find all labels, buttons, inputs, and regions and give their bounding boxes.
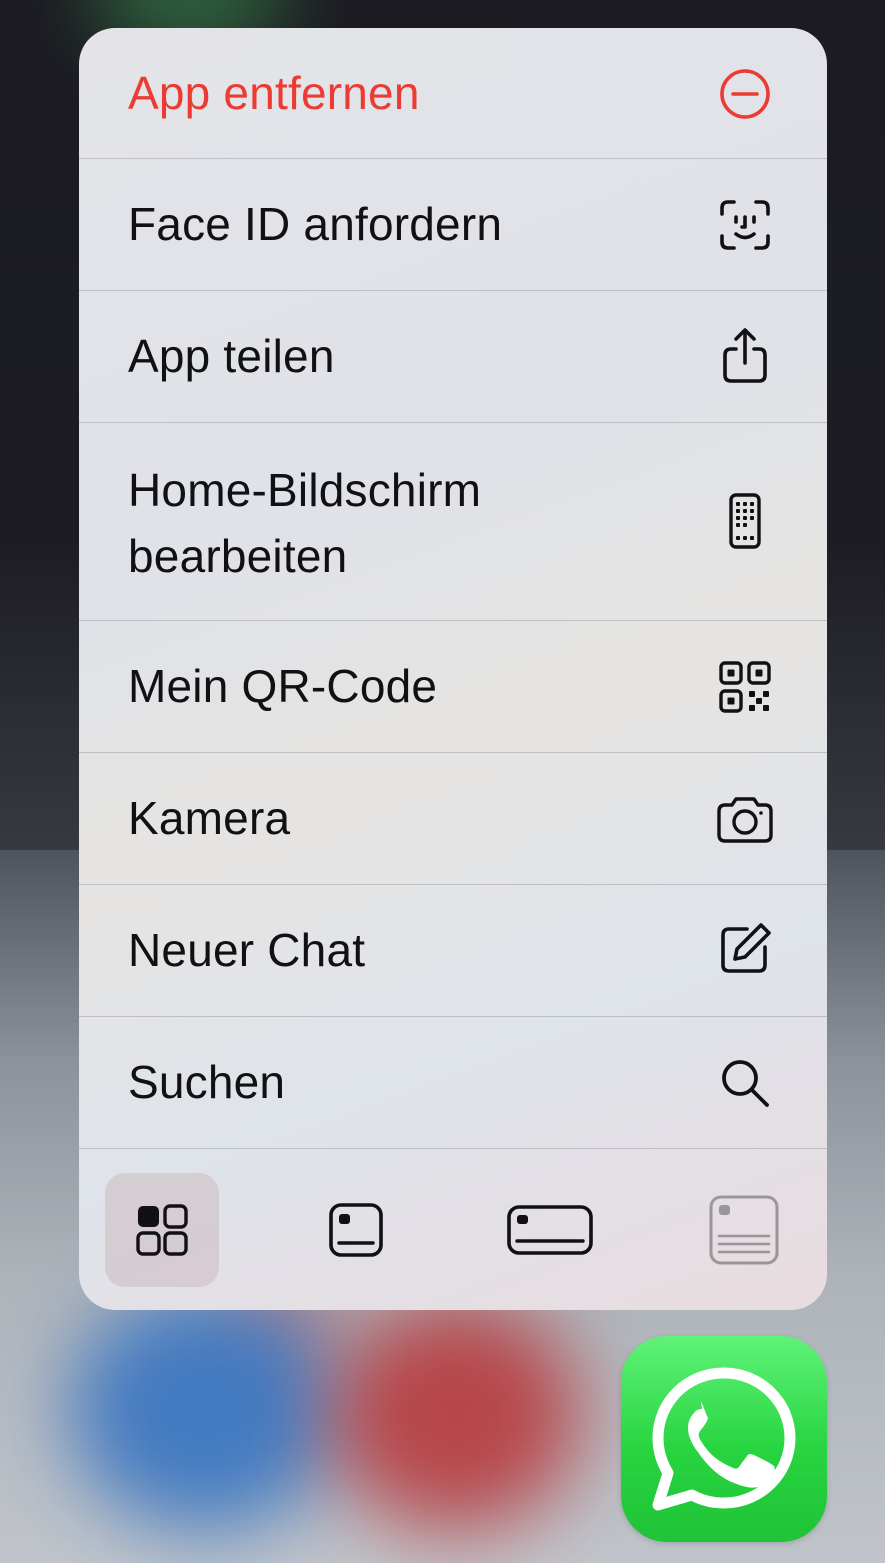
widget-size-selector [79, 1149, 827, 1310]
large-widget-option[interactable] [687, 1173, 801, 1287]
face-id-icon [715, 195, 775, 255]
edit-home-screen-label-line2: bearbeiten [128, 530, 348, 582]
edit-home-screen-label-line1: Home-Bildschirm [128, 464, 482, 516]
new-chat-label: Neuer Chat [128, 924, 366, 976]
phone-apps-icon [715, 491, 775, 551]
new-chat-item[interactable]: Neuer Chat [79, 885, 827, 1017]
qr-code-icon [715, 657, 775, 717]
edit-home-screen-item[interactable]: Home-Bildschirm bearbeiten [79, 423, 827, 621]
blurred-app-icon [330, 1300, 580, 1530]
require-face-id-label: Face ID anfordern [128, 198, 503, 250]
remove-circle-icon [715, 64, 775, 124]
camera-icon [715, 789, 775, 849]
medium-widget-option[interactable] [493, 1173, 607, 1287]
compose-icon [715, 919, 775, 979]
context-menu: App entfernen Face ID anfordern App teil… [79, 28, 827, 1310]
share-icon [715, 325, 775, 385]
share-app-label: App teilen [128, 330, 335, 382]
blurred-app-icon [70, 1290, 340, 1530]
my-qr-code-label: Mein QR-Code [128, 660, 438, 712]
remove-app-item[interactable]: App entfernen [79, 28, 827, 159]
remove-app-label: App entfernen [128, 67, 420, 119]
large-widget-icon [709, 1195, 779, 1265]
my-qr-code-item[interactable]: Mein QR-Code [79, 621, 827, 753]
search-icon [715, 1053, 775, 1113]
small-widget-option[interactable] [299, 1173, 413, 1287]
camera-item[interactable]: Kamera [79, 753, 827, 885]
search-label: Suchen [128, 1056, 286, 1108]
small-widget-grid-option[interactable] [105, 1173, 219, 1287]
require-face-id-item[interactable]: Face ID anfordern [79, 159, 827, 291]
whatsapp-app-icon[interactable] [621, 1336, 827, 1542]
camera-label: Kamera [128, 792, 291, 844]
small-widget-grid-icon [136, 1204, 188, 1256]
search-item[interactable]: Suchen [79, 1017, 827, 1149]
small-widget-icon [329, 1203, 383, 1257]
home-screen: App entfernen Face ID anfordern App teil… [0, 0, 885, 1563]
whatsapp-icon [652, 1367, 796, 1511]
medium-widget-icon [507, 1205, 593, 1255]
share-app-item[interactable]: App teilen [79, 291, 827, 423]
